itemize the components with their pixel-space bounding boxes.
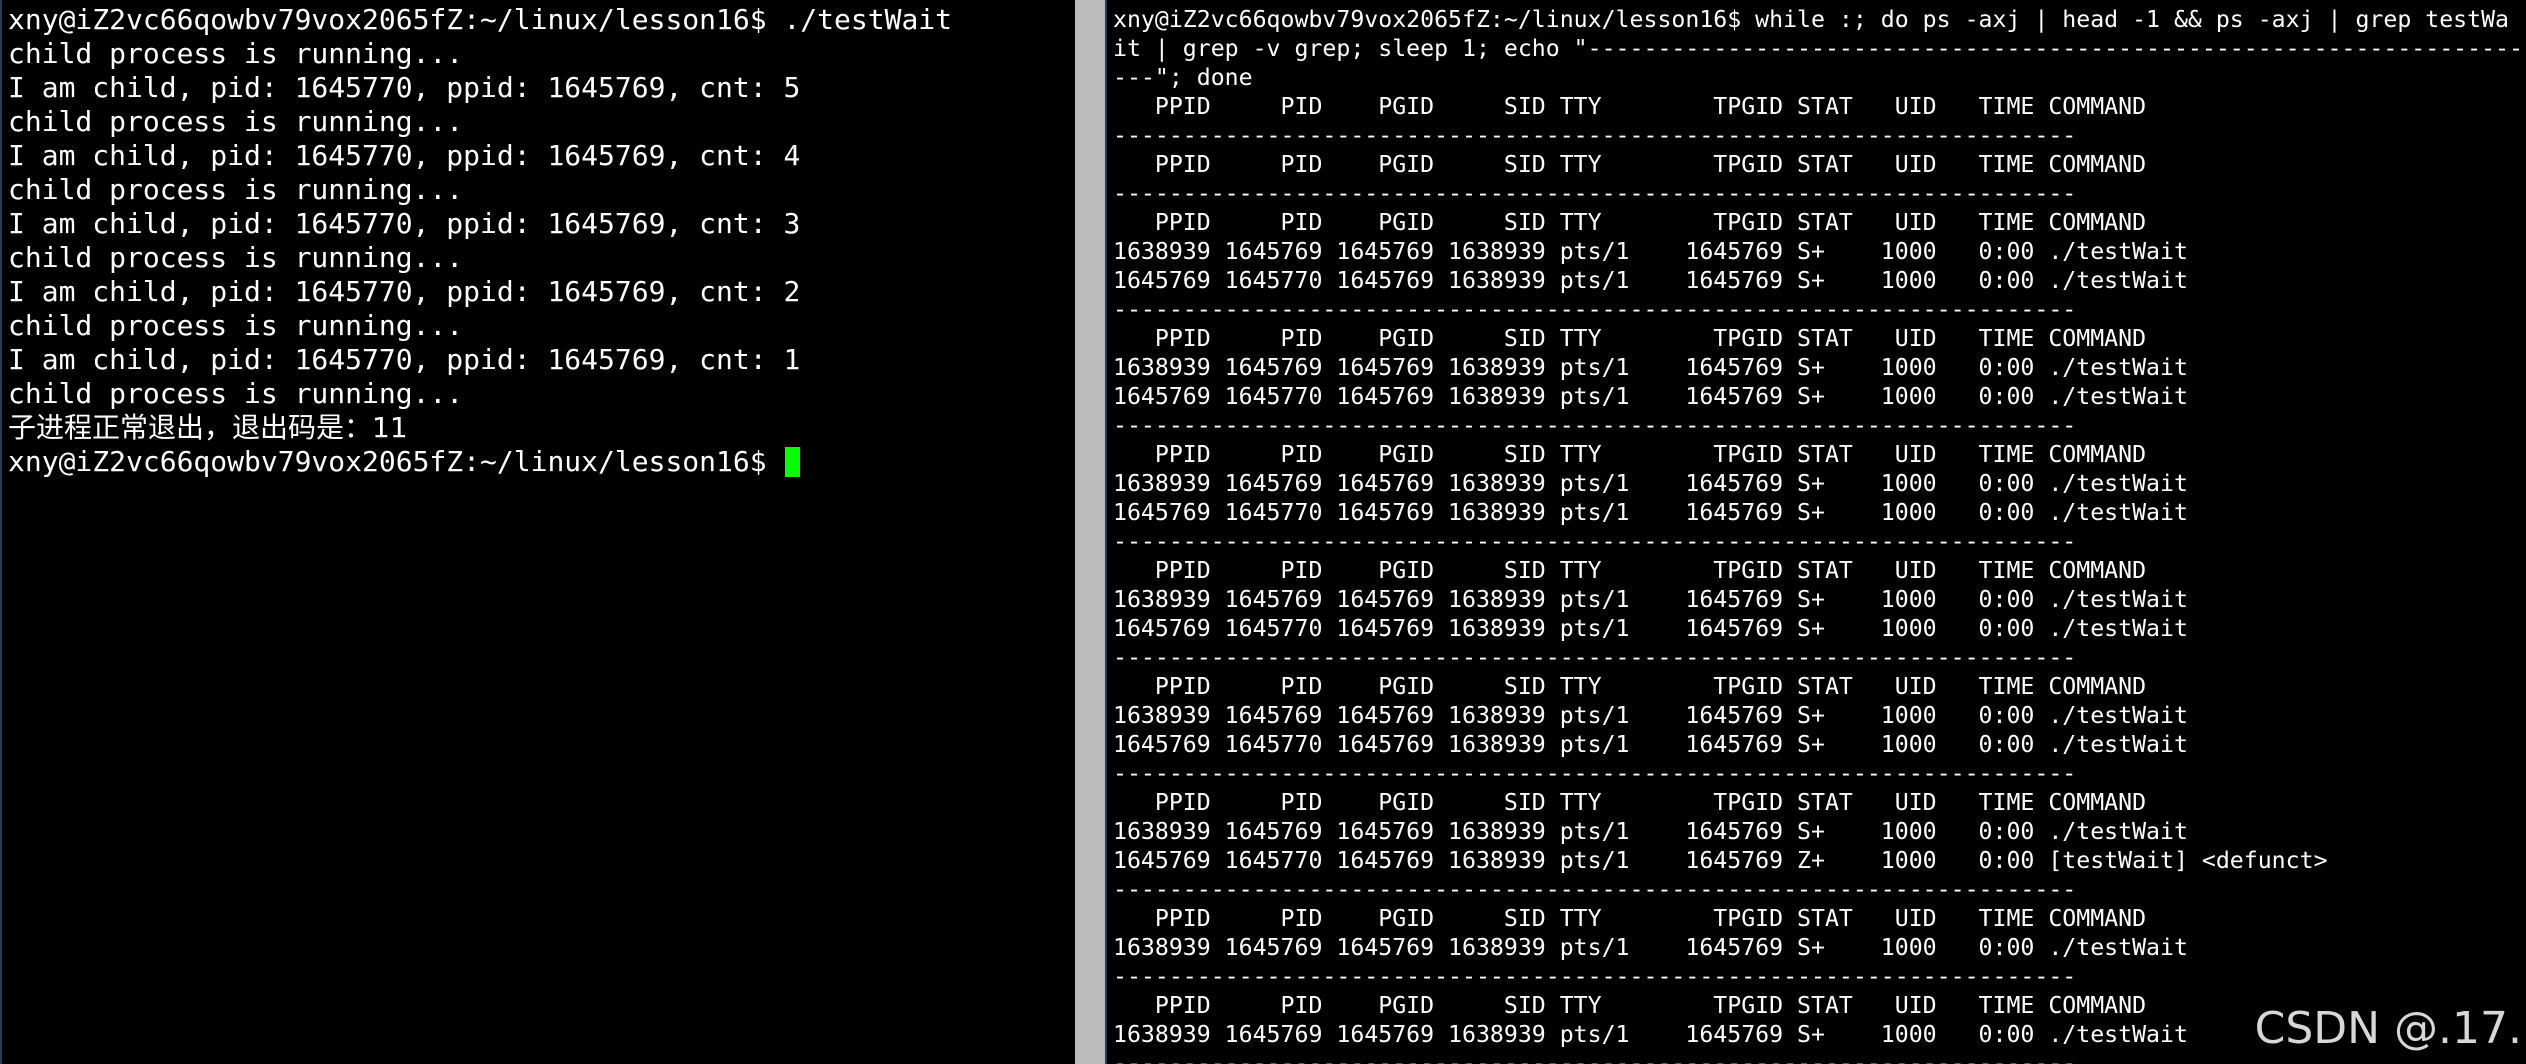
terminal-line: 1638939 1645769 1645769 1638939 pts/1 16… (1113, 702, 2188, 729)
csdn-watermark: CSDN @.17. (2254, 1003, 2522, 1054)
terminal-line: it | grep -v grep; sleep 1; echo "------… (1113, 35, 2526, 62)
terminal-line: 1645769 1645770 1645769 1638939 pts/1 16… (1113, 499, 2188, 526)
terminal-line: PPID PID PGID SID TTY TPGID STAT UID TIM… (1113, 325, 2147, 352)
terminal-line: 1645769 1645770 1645769 1638939 pts/1 16… (1113, 267, 2188, 294)
terminal-line: child process is running... (8, 377, 464, 410)
terminal-line: child process is running... (8, 37, 464, 70)
terminal-line: PPID PID PGID SID TTY TPGID STAT UID TIM… (1113, 557, 2147, 584)
terminal-line: 1638939 1645769 1645769 1638939 pts/1 16… (1113, 586, 2188, 613)
left-terminal[interactable]: xny@iZ2vc66qowbv79vox2065fZ:~/linux/less… (0, 0, 1075, 1064)
terminal-line: child process is running... (8, 105, 464, 138)
shell-prompt: xny@iZ2vc66qowbv79vox2065fZ:~/linux/less… (8, 445, 784, 478)
terminal-line: 1638939 1645769 1645769 1638939 pts/1 16… (1113, 818, 2188, 845)
terminal-line: PPID PID PGID SID TTY TPGID STAT UID TIM… (1113, 789, 2147, 816)
terminal-line: child process is running... (8, 173, 464, 206)
terminal-line: ----------------------------------------… (1113, 644, 2077, 671)
terminal-line: ----------------------------------------… (1113, 963, 2077, 990)
terminal-line: ----------------------------------------… (1113, 180, 2077, 207)
terminal-line: 1645769 1645770 1645769 1638939 pts/1 16… (1113, 847, 2328, 874)
terminal-line: I am child, pid: 1645770, ppid: 1645769,… (8, 207, 801, 240)
terminal-line: ----------------------------------------… (1113, 296, 2077, 323)
terminal-line: 1638939 1645769 1645769 1638939 pts/1 16… (1113, 238, 2188, 265)
terminal-line: 1645769 1645770 1645769 1638939 pts/1 16… (1113, 731, 2188, 758)
right-terminal-output: xny@iZ2vc66qowbv79vox2065fZ:~/linux/less… (1113, 5, 2526, 1064)
terminal-line: 1645769 1645770 1645769 1638939 pts/1 16… (1113, 383, 2188, 410)
terminal-line: ----------------------------------------… (1113, 528, 2077, 555)
terminal-line: 1645769 1645770 1645769 1638939 pts/1 16… (1113, 615, 2188, 642)
terminal-line: ----------------------------------------… (1113, 760, 2077, 787)
terminal-line: PPID PID PGID SID TTY TPGID STAT UID TIM… (1113, 441, 2147, 468)
terminal-line: 1638939 1645769 1645769 1638939 pts/1 16… (1113, 470, 2188, 497)
terminal-line: xny@iZ2vc66qowbv79vox2065fZ:~/linux/less… (8, 3, 953, 36)
terminal-line: 1638939 1645769 1645769 1638939 pts/1 16… (1113, 934, 2188, 961)
terminal-line: 1638939 1645769 1645769 1638939 pts/1 16… (1113, 354, 2188, 381)
right-terminal[interactable]: xny@iZ2vc66qowbv79vox2065fZ:~/linux/less… (1105, 0, 2526, 1064)
block-cursor-icon (785, 447, 801, 477)
terminal-line: PPID PID PGID SID TTY TPGID STAT UID TIM… (1113, 209, 2147, 236)
terminal-line: PPID PID PGID SID TTY TPGID STAT UID TIM… (1113, 93, 2147, 120)
terminal-line: PPID PID PGID SID TTY TPGID STAT UID TIM… (1113, 673, 2147, 700)
terminal-line: ---"; done (1113, 64, 1253, 91)
terminal-line: PPID PID PGID SID TTY TPGID STAT UID TIM… (1113, 905, 2147, 932)
prompt-line[interactable]: xny@iZ2vc66qowbv79vox2065fZ:~/linux/less… (8, 445, 952, 479)
terminal-line: child process is running... (8, 241, 464, 274)
terminal-line: I am child, pid: 1645770, ppid: 1645769,… (8, 139, 801, 172)
left-terminal-output: xny@iZ2vc66qowbv79vox2065fZ:~/linux/less… (8, 3, 952, 479)
terminal-line: I am child, pid: 1645770, ppid: 1645769,… (8, 343, 801, 376)
terminal-line: PPID PID PGID SID TTY TPGID STAT UID TIM… (1113, 151, 2147, 178)
terminal-line: ----------------------------------------… (1113, 122, 2077, 149)
terminal-line: I am child, pid: 1645770, ppid: 1645769,… (8, 275, 801, 308)
terminal-line: 子进程正常退出，退出码是：11 (8, 411, 408, 444)
terminal-line: xny@iZ2vc66qowbv79vox2065fZ:~/linux/less… (1113, 6, 2510, 33)
terminal-line: ----------------------------------------… (1113, 412, 2077, 439)
terminal-line: ----------------------------------------… (1113, 876, 2077, 903)
terminal-line: child process is running... (8, 309, 464, 342)
terminal-line: I am child, pid: 1645770, ppid: 1645769,… (8, 71, 801, 104)
pane-divider[interactable] (1075, 0, 1105, 1064)
